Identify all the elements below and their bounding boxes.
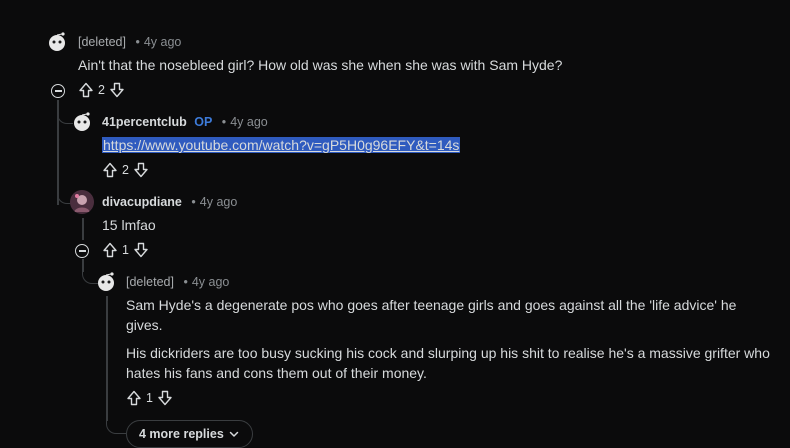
upvote-arrow-icon[interactable] xyxy=(78,82,94,98)
comment-author[interactable]: [deleted] xyxy=(78,35,126,49)
vote-bar: 2 xyxy=(78,82,125,98)
upvote-arrow-icon[interactable] xyxy=(126,390,142,406)
comment-author[interactable]: [deleted] xyxy=(126,275,174,289)
avatar[interactable] xyxy=(45,30,69,54)
comment-meta: [deleted] • 4y ago xyxy=(126,275,229,289)
comment-author[interactable]: divacupdiane xyxy=(102,195,182,209)
collapse-thread-icon xyxy=(54,90,62,92)
avatar[interactable] xyxy=(70,190,94,214)
comment-body-paragraph: Sam Hyde's a degenerate pos who goes aft… xyxy=(126,297,737,333)
snoo-avatar-icon xyxy=(49,32,65,51)
downvote-arrow-icon[interactable] xyxy=(157,390,173,406)
more-replies-button[interactable]: 4 more replies xyxy=(126,420,253,448)
comment-body: https://www.youtube.com/watch?v=gP5H0g96… xyxy=(102,135,762,155)
comment-meta: divacupdiane • 4y ago xyxy=(102,195,237,209)
comment-body-paragraph: His dickriders are too busy sucking his … xyxy=(126,345,770,381)
comment-body: Ain't that the nosebleed girl? How old w… xyxy=(78,57,563,73)
thread-branch-more xyxy=(106,418,126,434)
vote-count: 2 xyxy=(122,163,129,177)
collapse-thread-button[interactable] xyxy=(51,84,65,98)
vote-bar: 1 xyxy=(126,390,173,406)
avatar[interactable] xyxy=(94,270,118,294)
meta-separator: • xyxy=(135,35,140,49)
snoo-avatar-icon xyxy=(74,112,90,131)
comment-link[interactable]: https://www.youtube.com/watch?v=gP5H0g96… xyxy=(102,137,461,153)
comment-meta: [deleted] • 4y ago xyxy=(78,35,181,49)
comment-time[interactable]: 4y ago xyxy=(200,195,238,209)
vote-count: 2 xyxy=(98,83,105,97)
avatar[interactable] xyxy=(70,110,94,134)
meta-separator: • xyxy=(183,275,188,289)
collapse-thread-button[interactable] xyxy=(75,244,89,258)
collapse-thread-icon xyxy=(78,250,86,252)
op-badge: OP xyxy=(194,115,213,129)
comment-body: 15 lmfao xyxy=(102,217,156,233)
thread-line-level-4 xyxy=(106,296,108,421)
vote-count: 1 xyxy=(146,391,153,405)
vote-bar: 2 xyxy=(102,162,149,178)
thread-line-level-2 xyxy=(82,218,84,240)
downvote-arrow-icon[interactable] xyxy=(109,82,125,98)
comment-time[interactable]: 4y ago xyxy=(144,35,182,49)
comment-meta: 41percentclub OP • 4y ago xyxy=(102,115,268,129)
vote-count: 1 xyxy=(122,243,129,257)
meta-separator: • xyxy=(221,115,227,129)
meta-separator: • xyxy=(191,195,196,209)
more-replies-label: 4 more replies xyxy=(139,427,224,441)
chevron-down-icon xyxy=(229,431,239,437)
comment-time[interactable]: 4y ago xyxy=(230,115,268,129)
downvote-arrow-icon[interactable] xyxy=(133,242,149,258)
snoo-avatar-icon xyxy=(98,272,114,291)
downvote-arrow-icon[interactable] xyxy=(133,162,149,178)
upvote-arrow-icon[interactable] xyxy=(102,242,118,258)
user-avatar-icon xyxy=(70,190,94,214)
upvote-arrow-icon[interactable] xyxy=(102,162,118,178)
vote-bar: 1 xyxy=(102,242,149,258)
comment-time[interactable]: 4y ago xyxy=(192,275,230,289)
comment-author[interactable]: 41percentclub xyxy=(102,115,187,129)
